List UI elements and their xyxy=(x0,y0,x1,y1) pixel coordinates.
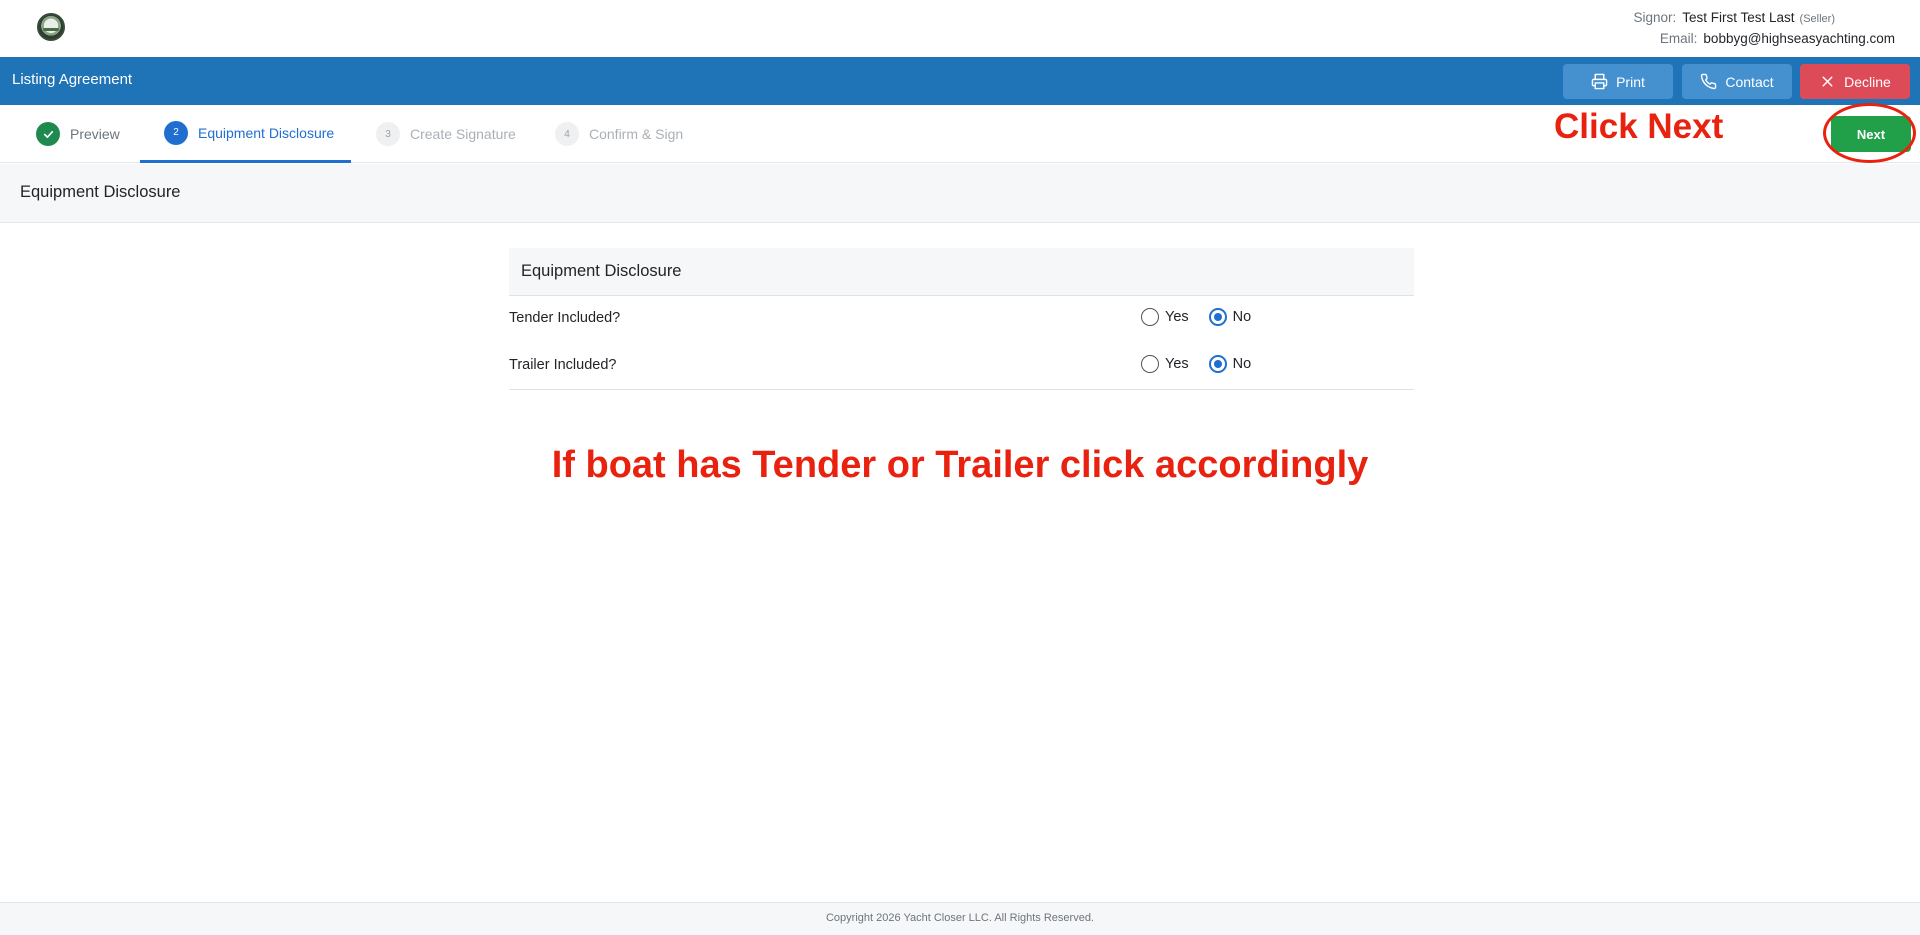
option-label: No xyxy=(1232,356,1252,372)
tender-no-option[interactable]: No xyxy=(1208,308,1252,326)
signor-name: Test First Test Last xyxy=(1682,10,1795,25)
signor-role: (Seller) xyxy=(1799,13,1835,25)
footer: Copyright 2026 Yacht Closer LLC. All Rig… xyxy=(0,902,1920,935)
option-label: Yes xyxy=(1165,356,1189,372)
decline-button[interactable]: Decline xyxy=(1800,64,1910,99)
trailer-yes-option[interactable]: Yes xyxy=(1141,355,1189,373)
phone-icon xyxy=(1701,73,1717,90)
email-label: Email: xyxy=(1659,31,1698,46)
step-number: 3 xyxy=(376,122,400,146)
email-value: bobbyg@highseasyachting.com xyxy=(1703,31,1895,46)
signor-label: Signor: xyxy=(1633,10,1677,25)
contact-label: Contact xyxy=(1725,73,1774,90)
step-label: Confirm & Sign xyxy=(589,126,684,142)
step-equipment-disclosure[interactable]: 2 Equipment Disclosure xyxy=(140,105,351,163)
tender-yes-radio[interactable] xyxy=(1141,308,1159,326)
title-bar: Listing Agreement Print Contact Decline xyxy=(0,57,1920,105)
instruction-annotation: If boat has Tender or Trailer click acco… xyxy=(551,444,1369,486)
signor-row: Signor: Test First Test Last (Seller) xyxy=(1633,8,1835,29)
decline-label: Decline xyxy=(1844,73,1891,90)
option-label: No xyxy=(1232,309,1252,325)
trailer-no-radio[interactable] xyxy=(1208,355,1227,373)
boat-logo-icon[interactable] xyxy=(37,13,65,41)
option-label: Yes xyxy=(1165,309,1189,325)
check-icon xyxy=(36,122,60,146)
tender-yes-option[interactable]: Yes xyxy=(1141,308,1189,326)
step-preview[interactable]: Preview xyxy=(36,105,120,163)
tender-radio-group: Yes No xyxy=(1141,308,1251,326)
next-button[interactable]: Next xyxy=(1831,116,1911,152)
top-header: Signor: Test First Test Last (Seller) Emai… xyxy=(0,0,1920,57)
step-label: Equipment Disclosure xyxy=(198,124,335,141)
question-row-trailer: Trailer Included? Yes No xyxy=(509,343,1414,390)
trailer-no-option[interactable]: No xyxy=(1208,355,1252,373)
copyright-text: Copyright 2026 Yacht Closer LLC. All Rig… xyxy=(825,912,1094,924)
card-title: Equipment Disclosure xyxy=(509,248,1414,296)
print-label: Print xyxy=(1616,73,1645,90)
contact-button[interactable]: Contact xyxy=(1682,64,1792,99)
step-label: Preview xyxy=(70,126,120,142)
print-button[interactable]: Print xyxy=(1563,64,1673,99)
section-header: Equipment Disclosure xyxy=(0,164,1920,223)
step-confirm-sign[interactable]: 4 Confirm & Sign xyxy=(555,105,683,163)
section-title: Equipment Disclosure xyxy=(20,183,181,201)
question-label: Trailer Included? xyxy=(509,357,617,373)
email-row: Email: bobbyg@highseasyachting.com xyxy=(1633,29,1895,48)
step-create-signature[interactable]: 3 Create Signature xyxy=(376,105,516,163)
signor-info: Signor: Test First Test Last (Seller) Emai… xyxy=(1633,8,1895,48)
question-label: Tender Included? xyxy=(509,310,621,326)
equipment-disclosure-card: Equipment Disclosure Tender Included? Ye… xyxy=(509,248,1414,390)
page-title: Listing Agreement xyxy=(12,71,133,88)
tender-no-radio[interactable] xyxy=(1208,308,1227,326)
trailer-radio-group: Yes No xyxy=(1141,355,1251,373)
click-next-annotation: Click Next xyxy=(1554,107,1724,146)
step-number: 2 xyxy=(164,120,188,145)
question-row-tender: Tender Included? Yes No xyxy=(509,296,1414,343)
step-number: 4 xyxy=(555,122,579,146)
close-icon xyxy=(1822,76,1833,87)
step-label: Create Signature xyxy=(410,126,516,142)
printer-icon xyxy=(1591,73,1608,90)
trailer-yes-radio[interactable] xyxy=(1141,355,1159,373)
